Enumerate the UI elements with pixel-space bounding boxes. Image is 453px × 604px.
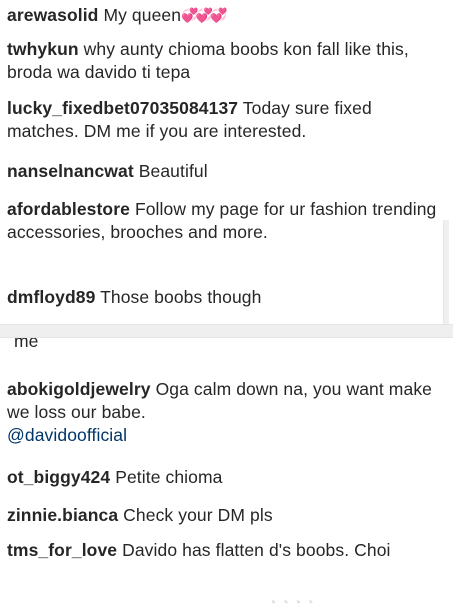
screenshot-divider [0,324,453,338]
comment-username[interactable]: afordablestore [7,199,130,219]
comment-item: ot_biggy424 Petite chioma [7,466,437,489]
watermark-icon: ◔◔◔◔ [268,594,318,604]
comment-text: Those boobs though [100,287,262,307]
comments-panel-top: arewasolid My queen💞💞💞 twhykun why aunty… [0,0,449,324]
comment-item: tms_for_love Davido has flatten d's boob… [7,539,437,562]
comment-text: Davido has flatten d's boobs. Choi [122,540,391,560]
comment-item: twhykun why aunty chioma boobs kon fall … [7,38,437,84]
comment-username[interactable]: tms_for_love [7,540,117,560]
comment-item: lucky_fixedbet07035084137 Today sure fix… [7,97,437,143]
comment-username[interactable]: nanselnancwat [7,161,134,181]
comment-username[interactable]: arewasolid [7,5,98,25]
comment-text: Petite chioma [115,467,223,487]
comment-item: arewasolid My queen💞💞💞 [7,4,437,27]
comment-item: abokigoldjewelry Oga calm down na, you w… [7,378,437,447]
truncated-comment-text: me [14,338,39,351]
comment-item: afordablestore Follow my page for ur fas… [7,198,437,244]
scrollbar[interactable] [443,220,449,324]
comment-text: Check your DM pls [123,505,273,525]
comment-username[interactable]: twhykun [7,39,79,59]
comment-username[interactable]: ot_biggy424 [7,467,110,487]
comment-username[interactable]: zinnie.bianca [7,505,118,525]
comment-item: nanselnancwat Beautiful [7,160,437,183]
comment-text: Beautiful [138,161,208,181]
comment-item: dmfloyd89 Those boobs though [7,286,437,309]
comment-username[interactable]: dmfloyd89 [7,287,95,307]
mention-link[interactable]: @davidoofficial [7,425,127,445]
comment-username[interactable]: lucky_fixedbet07035084137 [7,98,238,118]
comment-item: zinnie.bianca Check your DM pls [7,504,437,527]
comment-username[interactable]: abokigoldjewelry [7,379,151,399]
comment-text: My queen [103,5,182,25]
hearts-emoji-icon: 💞💞💞 [181,7,227,23]
comments-panel-bottom: me abokigoldjewelry Oga calm down na, yo… [0,338,449,604]
